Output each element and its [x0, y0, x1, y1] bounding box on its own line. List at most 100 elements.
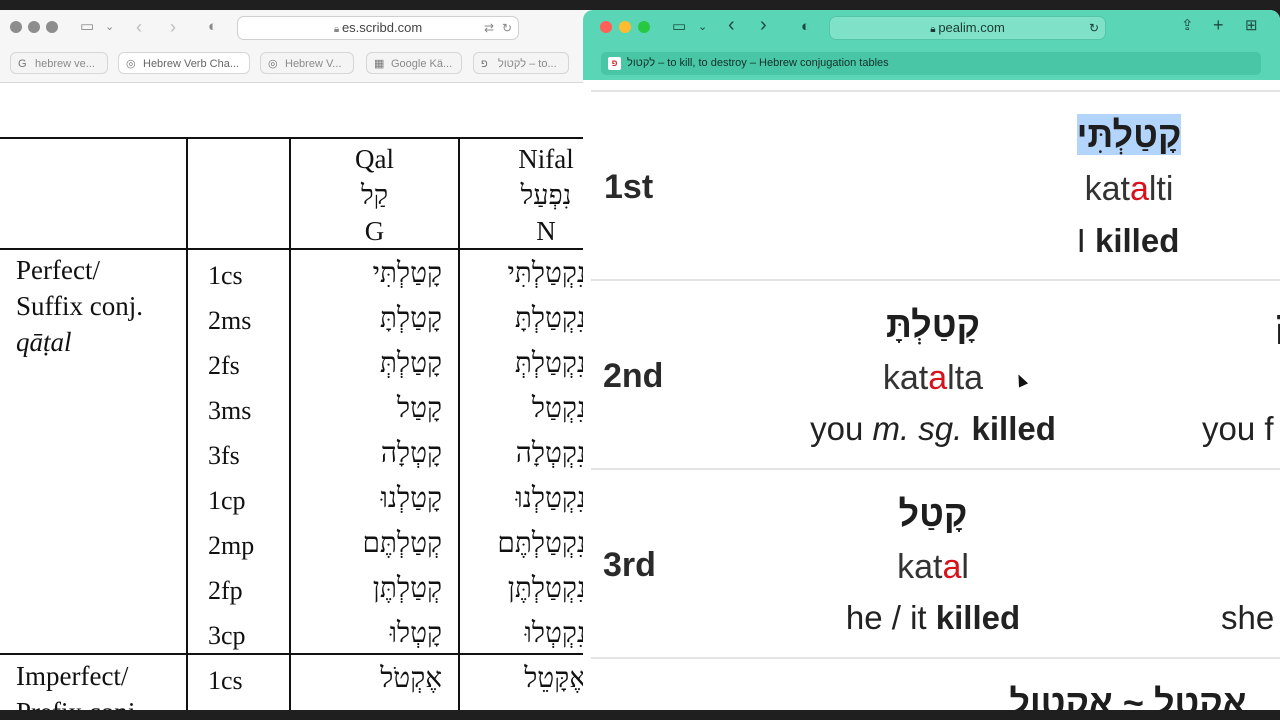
translit-part: l	[961, 548, 969, 586]
translit-stress: a	[1129, 170, 1149, 208]
google-icon: G	[18, 58, 27, 70]
shield-icon[interactable]: ◐	[801, 18, 810, 36]
forward-icon[interactable]: ›	[170, 18, 176, 36]
person-cell: 3ms	[208, 396, 252, 425]
tab-hebrew-verb-chart[interactable]: ◎ Hebrew Verb Cha...	[118, 52, 250, 74]
shield-icon[interactable]: ◐	[208, 18, 217, 36]
person-2nd: 2nd	[603, 357, 664, 395]
translit-stress: a	[928, 359, 948, 397]
qal-form-cell: קָטַלְתְּ	[379, 348, 442, 379]
right-url: pealim.com	[938, 20, 1005, 35]
tab-hebrew-verbs[interactable]: Ghebrew ve...	[10, 52, 108, 74]
nifal-form-cell: נִקְטַלְתְּ	[514, 348, 586, 379]
chevron-down-icon[interactable]: ⌄	[105, 18, 114, 36]
tab-label: לקטול – to...	[498, 58, 557, 70]
nifal-form-cell: נִקְטְלָה	[515, 438, 586, 469]
qal-form-cell: קָטַל	[397, 393, 442, 424]
minimize-button[interactable]	[619, 21, 631, 33]
qal-code: G	[364, 216, 385, 246]
row-divider	[591, 657, 1280, 659]
tab-label: Hebrew Verb Cha...	[143, 58, 239, 70]
mouse-cursor-icon	[1013, 372, 1029, 388]
person-cell: 3cp	[208, 621, 246, 650]
tab-hebrew-v[interactable]: ◎ Hebrew V...	[260, 52, 354, 74]
minimize-button[interactable]	[28, 21, 40, 33]
close-button[interactable]	[600, 21, 612, 33]
qal-form-cell: קָטַלְתִּי	[372, 258, 442, 289]
tab-overview-icon[interactable]: ⊞	[1245, 17, 1258, 35]
scribd-icon: ◎	[268, 58, 278, 70]
gloss-3rd: he / it killed	[813, 599, 1053, 637]
nifal-form-cell: נִקְטַלְתֶּן	[507, 573, 586, 604]
person-cell: 2fs	[208, 351, 240, 380]
nifal-form-cell: אֶקָּטֵל	[524, 663, 586, 694]
reload-icon[interactable]: ↻	[502, 17, 512, 39]
tab-pealim[interactable]: פ לקטול – to...	[473, 52, 569, 74]
nifal-form-cell: נִקְטַלְנוּ	[515, 483, 586, 514]
nifal-hebrew: נִפְעַל	[520, 180, 572, 210]
person-cell: 3fs	[208, 441, 240, 470]
gloss-2nd-feminine-partial: you f	[1202, 410, 1274, 447]
nifal-form-cell: נִקְטְלוּ	[524, 618, 586, 649]
new-tab-icon[interactable]: +	[1213, 16, 1224, 34]
translit-2nd: katalta	[863, 359, 1003, 398]
nifal-code: N	[536, 216, 556, 246]
scribd-icon: ◎	[126, 58, 136, 70]
person-1st: 1st	[604, 168, 654, 206]
future-form-heading-partial: אקטל ~ אקטול	[1009, 682, 1247, 710]
translit-part: lta	[947, 359, 984, 397]
hebrew-form-1st[interactable]: קָטַלְתִּי	[1075, 114, 1183, 156]
qal-hebrew: קַל	[360, 180, 389, 210]
translit-part: kat	[897, 548, 943, 586]
back-icon[interactable]: ‹	[728, 15, 735, 35]
translit-part: kat	[882, 359, 929, 397]
left-address-bar[interactable]: 🔒︎ es.scribd.com ⇄ ↻	[237, 16, 519, 40]
qal-form-cell: קָטַלְנוּ	[380, 483, 442, 514]
person-3rd: 3rd	[603, 546, 656, 584]
person-cell: 2fp	[208, 576, 243, 605]
pealim-icon: פ	[481, 58, 488, 70]
share-icon[interactable]: ⇪	[1181, 17, 1194, 35]
zoom-button[interactable]	[638, 21, 650, 33]
gloss-verb: killed	[935, 599, 1021, 636]
tab-google-ka[interactable]: ▦ Google Kä...	[366, 52, 462, 74]
right-tab-title: לקטול – to kill, to destroy – Hebrew con…	[627, 57, 889, 69]
gloss-verb: killed	[1094, 222, 1180, 259]
qal-header: Qal קַל G	[291, 141, 458, 249]
hebrew-form-3rd: קָטַל	[898, 493, 968, 534]
back-icon[interactable]: ‹	[136, 18, 142, 36]
table-col-rule	[186, 137, 188, 710]
gloss-1st: I killed	[1063, 222, 1193, 260]
reload-icon[interactable]: ↻	[1089, 17, 1099, 39]
forward-icon[interactable]: ›	[760, 15, 767, 35]
chevron-down-icon[interactable]: ⌄	[698, 18, 707, 36]
right-address-bar[interactable]: 🔒︎ pealim.com ↻	[829, 16, 1106, 40]
close-button[interactable]	[10, 21, 22, 33]
person-cell: 1cp	[208, 486, 246, 515]
sidebar-icon[interactable]: ▭	[672, 18, 686, 36]
zoom-button[interactable]	[46, 21, 58, 33]
qal-form-cell: קָטְלוּ	[389, 618, 442, 649]
nifal-name: Nifal	[518, 144, 574, 174]
sidebar-icon[interactable]: ▭	[80, 18, 94, 36]
table-top-rule	[0, 137, 600, 139]
person-cell: 2mp	[208, 531, 255, 560]
nifal-form-cell: נִקְטַלְתִּי	[507, 258, 586, 289]
gloss-part: I	[1076, 222, 1095, 259]
table-section-rule	[0, 653, 600, 655]
row-divider	[591, 468, 1280, 470]
tab-label: hebrew ve...	[35, 58, 95, 70]
gloss-part: you	[810, 410, 873, 447]
tab-label: Google Kä...	[391, 58, 453, 70]
qal-form-cell: קָטַלְתָּ	[379, 303, 442, 334]
perfect-label: Perfect/ Suffix conj. qāṭal	[16, 252, 143, 360]
qal-form-cell: קְטַלְתֶּן	[372, 573, 442, 604]
translate-icon[interactable]: ⇄	[484, 17, 494, 39]
gloss-gender: m. sg.	[872, 410, 963, 447]
gloss-part: he / it	[845, 599, 936, 636]
lock-icon: 🔒︎	[333, 24, 342, 35]
nifal-form-cell: נִקְטַל	[531, 393, 586, 424]
right-active-tab[interactable]: פ לקטול – to kill, to destroy – Hebrew c…	[601, 52, 1261, 75]
selected-hebrew-text: קָטַלְתִּי	[1076, 114, 1182, 155]
hebrew-form-2nd: קָטַלְתָּ	[885, 304, 980, 345]
